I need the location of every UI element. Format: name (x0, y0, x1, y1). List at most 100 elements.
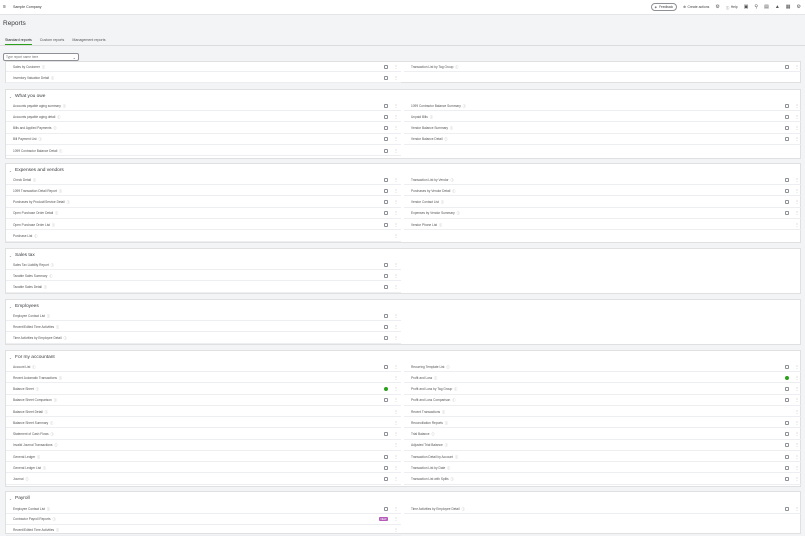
info-icon[interactable]: ⓘ (434, 376, 437, 380)
more-options-icon[interactable]: ⋮ (795, 477, 799, 481)
settings-shortcut-icon[interactable]: ⚙ (715, 4, 719, 10)
report-name-link[interactable]: Transaction List by Vendor (411, 178, 449, 182)
more-options-icon[interactable]: ⋮ (795, 398, 799, 402)
report-name-link[interactable]: Profit and Loss by Tag Group (411, 387, 452, 391)
more-options-icon[interactable]: ⋮ (795, 375, 799, 380)
info-icon[interactable]: ⓘ (51, 76, 54, 80)
report-row[interactable]: Sales by Customer ⓘ ⋮ (6, 62, 401, 72)
info-icon[interactable]: ⓘ (455, 455, 458, 459)
section-header[interactable]: ⌄ Expenses and vendors (9, 168, 64, 173)
favorite-star-icon[interactable] (384, 211, 388, 216)
report-row[interactable]: Recent Automatic Transactions ⓘ ⋮ (6, 373, 401, 384)
more-options-icon[interactable]: ⋮ (394, 364, 398, 369)
more-options-icon[interactable]: ⋮ (394, 420, 398, 425)
more-options-icon[interactable]: ⋮ (795, 454, 799, 459)
info-icon[interactable]: ⓘ (34, 234, 37, 238)
favorite-star-icon[interactable] (785, 420, 789, 425)
more-options-icon[interactable]: ⋮ (394, 188, 398, 193)
favorite-star-icon[interactable] (384, 148, 388, 153)
report-name-link[interactable]: Vendor Balance Summary (411, 126, 448, 130)
favorite-star-icon[interactable] (785, 137, 789, 142)
chevron-down-icon[interactable]: ⌄ (9, 169, 12, 173)
more-options-icon[interactable]: ⋮ (795, 222, 799, 227)
report-row[interactable]: Profit and Loss by Tag Group ⓘ ⋮ (404, 385, 802, 395)
favorite-star-icon[interactable] (785, 477, 789, 481)
report-name-link[interactable]: Balance Sheet Detail (13, 410, 43, 414)
info-icon[interactable]: ⓘ (67, 200, 70, 204)
more-options-icon[interactable]: ⋮ (394, 506, 398, 511)
report-row[interactable]: Purchase List ⓘ ⋮ (6, 232, 401, 242)
report-name-link[interactable]: Expenses by Vendor Summary (411, 211, 455, 215)
report-row[interactable]: Inventory Valuation Detail ⓘ ⋮ (6, 73, 401, 83)
menu-icon[interactable]: ≡ (3, 4, 8, 10)
info-icon[interactable]: ⓘ (54, 398, 57, 402)
info-icon[interactable]: ⓘ (33, 178, 36, 182)
report-row[interactable]: Vendor Contact List ⓘ ⋮ (404, 198, 802, 208)
gear-icon[interactable]: ⚙ (797, 4, 801, 10)
more-options-icon[interactable]: ⋮ (795, 103, 799, 108)
more-options-icon[interactable]: ⋮ (394, 64, 398, 69)
report-name-link[interactable]: General Ledger List (13, 466, 41, 470)
favorite-star-icon[interactable] (785, 200, 789, 205)
favorite-star-icon[interactable] (785, 211, 789, 216)
report-name-link[interactable]: Statement of Cash Flows (13, 432, 49, 436)
favorite-star-icon[interactable] (785, 364, 789, 369)
tab-standard-reports[interactable]: Standard reports (5, 38, 32, 45)
report-row[interactable]: Employee Contact List ⓘ ⋮ (6, 504, 401, 514)
report-name-link[interactable]: Check Detail (13, 178, 31, 182)
more-options-icon[interactable]: ⋮ (795, 409, 799, 414)
info-icon[interactable]: ⓘ (454, 387, 457, 391)
favorite-star-icon[interactable] (384, 126, 388, 131)
more-options-icon[interactable]: ⋮ (394, 432, 398, 436)
report-row[interactable]: 1099 Transaction Detail Report ⓘ ⋮ (6, 186, 401, 197)
report-name-link[interactable]: Time Activities by Employee Detail (411, 507, 460, 511)
info-icon[interactable]: ⓘ (439, 223, 442, 227)
report-name-link[interactable]: Balance Sheet Summary (13, 421, 48, 425)
chevron-down-icon[interactable]: ⌄ (9, 356, 12, 360)
info-icon[interactable]: ⓘ (44, 285, 47, 289)
chevron-down-icon[interactable]: ⌄ (73, 55, 76, 60)
report-name-link[interactable]: Transaction Detail by Account (411, 455, 453, 459)
chevron-down-icon[interactable]: ⌄ (9, 254, 12, 258)
report-name-link[interactable]: Recent Automatic Transactions (13, 376, 57, 380)
report-row[interactable]: Transaction Detail by Account ⓘ ⋮ (404, 452, 802, 462)
favorite-star-icon[interactable] (785, 443, 789, 448)
report-row[interactable]: Unpaid Bills ⓘ ⋮ (404, 112, 802, 123)
report-name-link[interactable]: Trial Balance (411, 432, 429, 436)
info-icon[interactable]: ⓘ (442, 410, 445, 414)
report-row[interactable]: Purchases by Vendor Detail ⓘ ⋮ (404, 186, 802, 197)
info-icon[interactable]: ⓘ (53, 126, 56, 130)
report-name-link[interactable]: Vendor Balance Detail (411, 137, 443, 141)
clipboard-icon[interactable]: ▤ (764, 4, 769, 10)
report-name-link[interactable]: Recent Transactions (411, 410, 440, 414)
report-search-input[interactable] (6, 55, 72, 59)
report-row[interactable]: Time Activities by Employee Detail ⓘ ⋮ (6, 334, 401, 344)
report-name-link[interactable]: Journal (13, 477, 23, 481)
more-options-icon[interactable]: ⋮ (795, 177, 799, 182)
info-icon[interactable]: ⓘ (55, 443, 58, 447)
report-row[interactable]: Vendor Balance Summary ⓘ ⋮ (404, 124, 802, 134)
report-row[interactable]: Vendor Phone List ⓘ ⋮ (404, 220, 802, 231)
report-row[interactable]: Reconciliation Reports ⓘ ⋮ (404, 418, 802, 429)
info-icon[interactable]: ⓘ (49, 274, 52, 278)
info-icon[interactable]: ⓘ (445, 443, 448, 447)
favorite-star-icon[interactable] (384, 398, 388, 403)
more-options-icon[interactable]: ⋮ (394, 234, 398, 238)
favorite-star-icon[interactable] (384, 114, 388, 119)
gift-icon[interactable]: ▣ (744, 4, 749, 10)
report-name-link[interactable]: Contractor Payroll Reports (13, 517, 51, 521)
info-icon[interactable]: ⓘ (25, 477, 28, 481)
info-icon[interactable]: ⓘ (43, 466, 46, 470)
report-name-link[interactable]: Adjusted Trial Balance (411, 443, 443, 447)
chevron-down-icon[interactable]: ⌄ (9, 497, 12, 501)
report-row[interactable]: Balance Sheet Summary ⓘ ⋮ (6, 418, 401, 429)
report-name-link[interactable]: Balance Sheet (13, 387, 34, 391)
report-name-link[interactable]: Employee Contact List (13, 507, 45, 511)
favorite-star-icon[interactable] (785, 103, 789, 108)
report-row[interactable]: General Ledger ⓘ ⋮ (6, 452, 401, 462)
create-actions-button[interactable]: ⊕ Create actions (683, 5, 709, 9)
info-icon[interactable]: ⓘ (50, 421, 53, 425)
info-icon[interactable]: ⓘ (463, 104, 466, 108)
report-name-link[interactable]: Bills and Applied Payments (13, 126, 51, 130)
report-name-link[interactable]: Recent/Edited Time Activities (13, 528, 54, 532)
